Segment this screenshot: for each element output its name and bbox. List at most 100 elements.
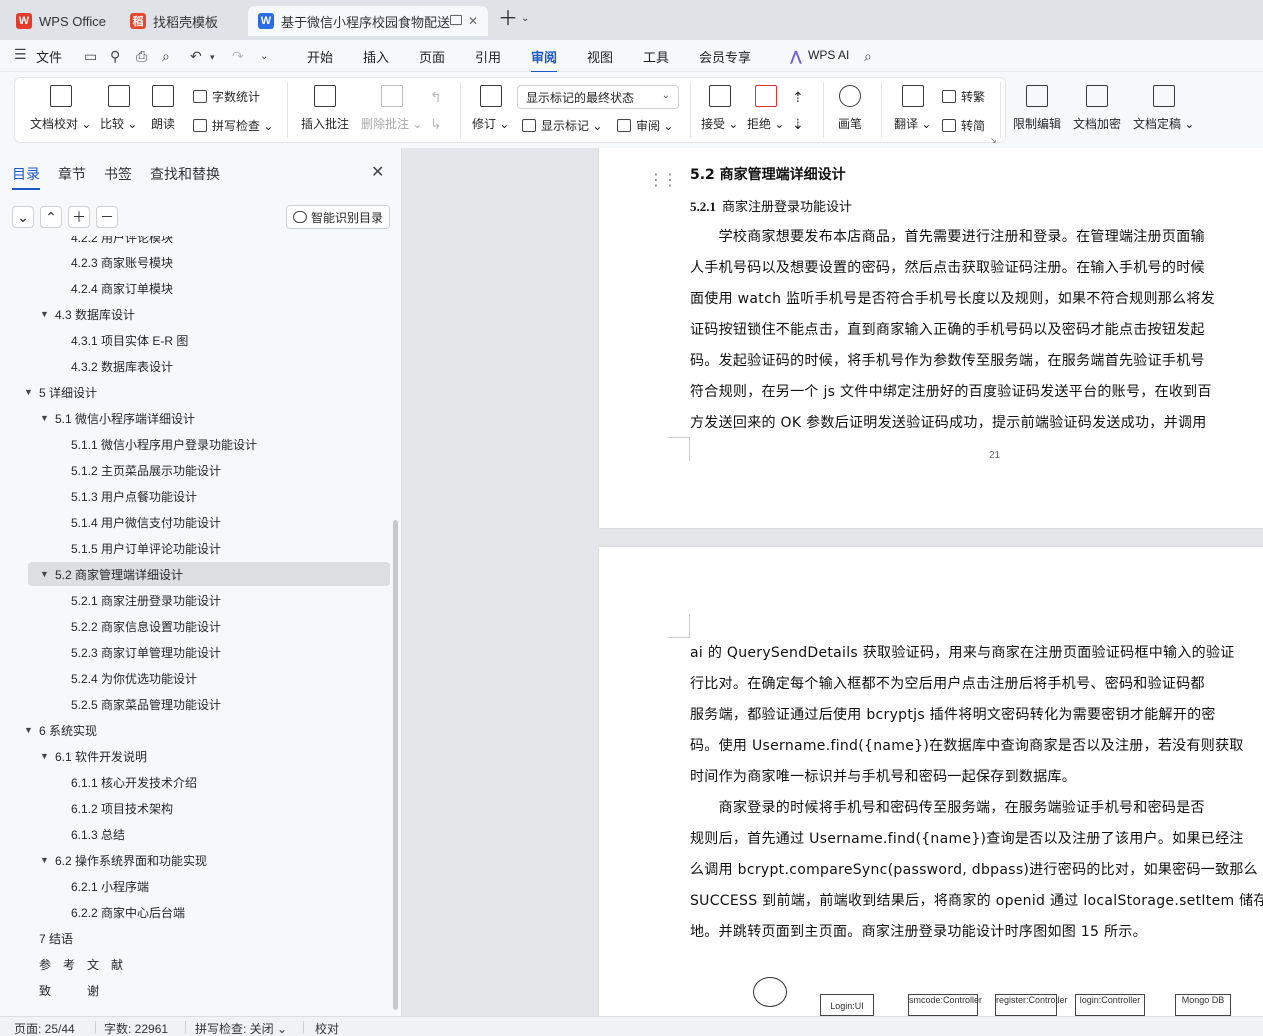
monitor-icon[interactable]: [450, 15, 462, 25]
doc-finalize-button[interactable]: 文档定稿 ⌄: [1133, 77, 1194, 132]
toc-item-6-1-3[interactable]: 6.1.3 总结: [71, 822, 125, 846]
restrict-edit-button[interactable]: 限制编辑: [1013, 77, 1061, 132]
redo-icon[interactable]: ↷: [232, 48, 244, 65]
print-preview-icon[interactable]: ⌕: [162, 48, 170, 65]
search-icon[interactable]: ⌕: [864, 48, 872, 65]
toc-scrollbar[interactable]: [393, 520, 398, 1010]
toc-item-6-1-2[interactable]: 6.1.2 项目技术架构: [71, 796, 173, 820]
reject-button[interactable]: 拒绝 ⌄: [747, 77, 784, 132]
menu-view[interactable]: 视图: [587, 47, 613, 66]
toc-item-5-1-3[interactable]: 5.1.3 用户点餐功能设计: [71, 484, 197, 508]
toc-item-4-3-1[interactable]: 4.3.1 项目实体 E-R 图: [71, 328, 188, 352]
collapse-triangle-icon[interactable]: ▼: [24, 725, 33, 735]
toc-item-6[interactable]: ▼ 6 系统实现: [24, 718, 97, 742]
spell-check-button[interactable]: 拼写检查 ⌄: [193, 117, 273, 134]
toc-item-5-1-2[interactable]: 5.1.2 主页菜品展示功能设计: [71, 458, 221, 482]
toc-item-5-1[interactable]: ▼ 5.1 微信小程序端详细设计: [40, 406, 195, 430]
prev-comment-icon[interactable]: ↰: [430, 89, 442, 106]
doc-encrypt-button[interactable]: 文档加密: [1073, 77, 1121, 132]
toc-item-thanks[interactable]: 致 谢: [39, 978, 99, 1002]
collapse-triangle-icon[interactable]: ▼: [40, 309, 49, 319]
tab-toc[interactable]: 目录: [12, 164, 40, 190]
toc-item-5-2-selected[interactable]: ▼ 5.2 商家管理端详细设计: [28, 562, 390, 586]
toc-item-4-3-2[interactable]: 4.3.2 数据库表设计: [71, 354, 173, 378]
more-chevron-icon[interactable]: ⌄: [260, 51, 268, 62]
collapse-up-chevron-icon[interactable]: ⌃: [40, 206, 62, 228]
collapse-triangle-icon[interactable]: ▼: [40, 413, 49, 423]
toc-item-7[interactable]: 7 结语: [39, 926, 73, 950]
proof-status[interactable]: 校对: [315, 1020, 339, 1036]
to-traditional-button[interactable]: 转繁: [942, 88, 985, 105]
menu-insert[interactable]: 插入: [363, 47, 389, 66]
tab-sections[interactable]: 章节: [58, 164, 86, 184]
toc-item-5-1-4[interactable]: 5.1.4 用户微信支付功能设计: [71, 510, 221, 534]
spell-check-status[interactable]: 拼写检查: 关闭 ⌄: [195, 1020, 287, 1036]
word-count-button[interactable]: 字数统计: [193, 88, 260, 105]
new-tab-plus-icon[interactable]: ＋: [498, 9, 518, 29]
toc-item-6-2-2[interactable]: 6.2.2 商家中心后台端: [71, 900, 185, 924]
toc-item-5-2-1[interactable]: 5.2.1 商家注册登录功能设计: [71, 588, 221, 612]
toc-item-6-2[interactable]: ▼ 6.2 操作系统界面和功能实现: [40, 848, 207, 872]
next-comment-icon[interactable]: ↳: [430, 116, 442, 133]
insert-comment-button[interactable]: 插入批注: [301, 77, 349, 132]
toc-item-4-2-4[interactable]: 4.2.4 商家订单模块: [71, 276, 173, 300]
collapse-triangle-icon[interactable]: ▼: [40, 569, 49, 579]
toc-item-5-1-1[interactable]: 5.1.1 微信小程序用户登录功能设计: [71, 432, 257, 456]
toc-item-6-1[interactable]: ▼ 6.1 软件开发说明: [40, 744, 147, 768]
read-aloud-button[interactable]: 朗读: [151, 77, 175, 132]
markup-state-select[interactable]: 显示标记的最终状态 ⌄: [517, 85, 679, 109]
toc-item-6-1-1[interactable]: 6.1.1 核心开发技术介绍: [71, 770, 197, 794]
remove-heading-minus-icon[interactable]: －: [96, 206, 118, 228]
menu-tools[interactable]: 工具: [643, 47, 669, 66]
hamburger-icon[interactable]: ☰: [14, 46, 27, 63]
tab-list-chevron-icon[interactable]: ⌄: [521, 13, 529, 24]
group-launcher-icon[interactable]: ↘: [990, 136, 997, 145]
print-icon[interactable]: ⎙: [136, 48, 147, 65]
show-markup-button[interactable]: 显示标记 ⌄: [522, 117, 602, 134]
toc-item-6-2-1[interactable]: 6.2.1 小程序端: [71, 874, 149, 898]
toc-item-5-2-3[interactable]: 5.2.3 商家订单管理功能设计: [71, 640, 221, 664]
toc-item-4-2-3[interactable]: 4.2.3 商家账号模块: [71, 250, 173, 274]
review-pane-button[interactable]: 审阅 ⌄: [617, 117, 673, 134]
collapse-triangle-icon[interactable]: ▼: [40, 855, 49, 865]
translate-button[interactable]: 翻译 ⌄: [894, 77, 931, 132]
menu-review[interactable]: 审阅: [531, 47, 558, 73]
add-heading-plus-icon[interactable]: ＋: [68, 206, 90, 228]
toc-item-5-2-5[interactable]: 5.2.5 商家菜品管理功能设计: [71, 692, 221, 716]
tab-bookmarks[interactable]: 书签: [104, 164, 132, 184]
toc-item-5-2-2[interactable]: 5.2.2 商家信息设置功能设计: [71, 614, 221, 638]
next-change-icon[interactable]: ⇣: [792, 116, 804, 133]
expand-down-chevron-icon[interactable]: ⌄: [12, 206, 34, 228]
undo-icon[interactable]: ↶: [190, 48, 202, 65]
undo-dropdown-icon[interactable]: ▾: [210, 52, 215, 63]
tab-template[interactable]: 稻 找稻壳模板: [120, 6, 244, 36]
toc-item-5[interactable]: ▼ 5 详细设计: [24, 380, 97, 404]
prev-change-icon[interactable]: ⇡: [792, 89, 804, 106]
compare-button[interactable]: 比较 ⌄: [100, 77, 137, 132]
toc-item-5-1-5[interactable]: 5.1.5 用户订单评论功能设计: [71, 536, 221, 560]
menu-wps-ai[interactable]: WPS AI: [808, 48, 849, 62]
link-icon[interactable]: ⚲: [110, 48, 120, 65]
save-icon[interactable]: ▭: [84, 48, 97, 65]
menu-home[interactable]: 开始: [307, 47, 333, 66]
doc-check-button[interactable]: 文档校对 ⌄: [30, 77, 91, 132]
drag-handle-icon[interactable]: ⋮⋮: [648, 170, 678, 190]
menu-member[interactable]: 会员专享: [699, 47, 751, 66]
accept-button[interactable]: 接受 ⌄: [701, 77, 738, 132]
revise-button[interactable]: 修订 ⌄: [472, 77, 509, 132]
tab-document[interactable]: W 基于微信小程序校园食物配送 ✕: [248, 6, 488, 36]
tab-find-replace[interactable]: 查找和替换: [150, 164, 220, 184]
close-tab-icon[interactable]: ✕: [468, 14, 478, 28]
collapse-triangle-icon[interactable]: ▼: [24, 387, 33, 397]
toc-item-5-2-4[interactable]: 5.2.4 为你优选功能设计: [71, 666, 197, 690]
smart-toc-button[interactable]: 智能识别目录: [286, 205, 390, 229]
to-simplified-button[interactable]: 转简: [942, 117, 985, 134]
delete-comment-button[interactable]: 删除批注 ⌄: [361, 77, 422, 132]
word-count-indicator[interactable]: 字数: 22961: [104, 1020, 168, 1036]
toc-item-4-3[interactable]: ▼ 4.3 数据库设计: [40, 302, 135, 326]
tab-wps-office[interactable]: W WPS Office: [6, 6, 116, 36]
page-indicator[interactable]: 页面: 25/44: [14, 1020, 75, 1036]
menu-reference[interactable]: 引用: [475, 47, 501, 66]
document-canvas[interactable]: ⋮⋮ 5.2 商家管理端详细设计 5.2.1 商家注册登录功能设计 学校商家想要发…: [403, 148, 1263, 1016]
close-icon[interactable]: ✕: [371, 162, 384, 182]
